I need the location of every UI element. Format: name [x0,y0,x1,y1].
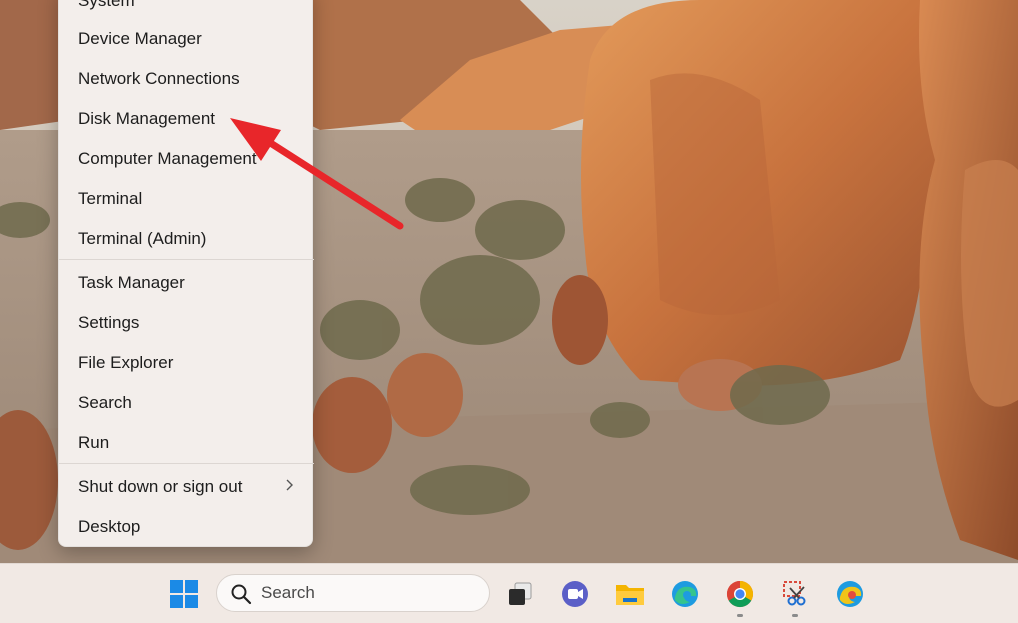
menu-item-shut-down-or-sign-out[interactable]: Shut down or sign out [59,467,314,507]
teams-meet-icon [560,579,590,609]
menu-item-disk-management[interactable]: Disk Management [59,99,314,139]
snipping-tool-icon [780,579,810,609]
edge-button[interactable] [663,572,707,616]
menu-item-computer-management[interactable]: Computer Management [59,139,314,179]
start-button[interactable] [162,572,206,616]
task-view-icon [505,579,535,609]
menu-item-device-manager[interactable]: Device Manager [59,19,314,59]
file-explorer-button[interactable] [608,572,652,616]
menu-item-label: System [78,0,135,10]
chrome-button[interactable] [718,572,762,617]
edge-browser-icon [670,579,700,609]
menu-item-desktop[interactable]: Desktop [59,507,314,547]
snipping-tool-button[interactable] [773,572,817,617]
menu-item-terminal-admin[interactable]: Terminal (Admin) [59,219,314,259]
menu-item-label: Run [78,433,110,452]
menu-item-settings[interactable]: Settings [59,303,314,343]
menu-divider [59,259,314,260]
running-indicator [737,614,743,617]
search-input[interactable] [261,582,471,604]
search-icon [230,583,252,610]
menu-item-label: Settings [78,313,140,332]
chrome-browser-icon [725,579,755,609]
edge-canary-browser-icon [835,579,865,609]
windows-start-icon [169,579,199,609]
winx-context-menu: System Device Manager Network Connection… [58,0,314,547]
file-explorer-icon [614,579,646,609]
menu-item-terminal[interactable]: Terminal [59,179,314,219]
menu-item-label: Network Connections [78,69,240,88]
menu-item-task-manager[interactable]: Task Manager [59,263,314,303]
menu-item-label: Computer Management [78,149,257,168]
menu-item-label: Desktop [78,517,141,536]
chevron-right-icon [284,478,294,496]
menu-item-run[interactable]: Run [59,423,314,463]
menu-item-search[interactable]: Search [59,383,314,423]
menu-item-label: Task Manager [78,273,185,292]
teams-button[interactable] [553,572,597,616]
taskbar-search-box[interactable] [216,574,490,612]
menu-item-label: Disk Management [78,109,216,128]
menu-item-label: Terminal [78,189,143,208]
menu-divider [59,463,314,464]
taskbar [0,563,1018,623]
menu-item-label: Device Manager [78,29,202,48]
menu-item-label: File Explorer [78,353,174,372]
menu-item-label: Shut down or sign out [78,477,243,496]
menu-item-file-explorer[interactable]: File Explorer [59,343,314,383]
menu-item-label: Terminal (Admin) [78,229,207,248]
menu-item-label: Search [78,393,132,412]
running-indicator [792,614,798,617]
task-view-button[interactable] [498,572,542,616]
menu-item-system[interactable]: System [59,0,314,21]
edge-canary-button[interactable] [828,572,872,616]
menu-item-network-connections[interactable]: Network Connections [59,59,314,99]
